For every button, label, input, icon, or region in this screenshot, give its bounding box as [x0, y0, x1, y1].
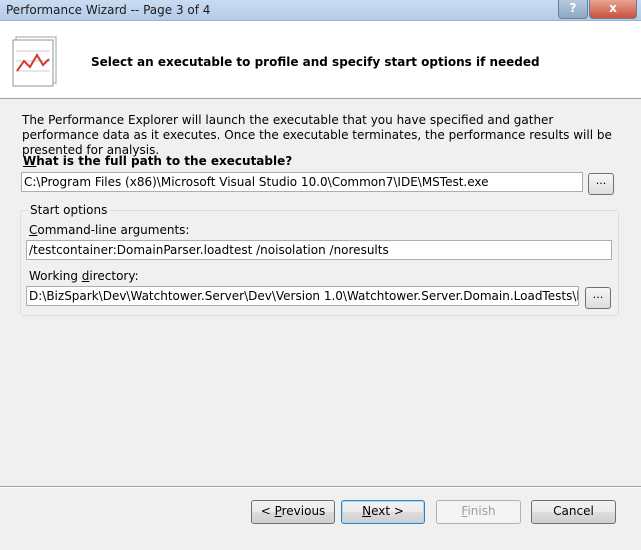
- working-directory-browse-button[interactable]: ...: [585, 287, 611, 309]
- close-icon: x: [609, 1, 617, 15]
- chart-line-icon: [12, 36, 57, 87]
- title-bar: Performance Wizard -- Page 3 of 4 ? x: [0, 0, 641, 21]
- previous-button[interactable]: < Previous: [251, 500, 335, 524]
- command-line-args-input[interactable]: /testcontainer:DomainParser.loadtest /no…: [26, 240, 612, 260]
- next-button[interactable]: Next >: [341, 500, 425, 524]
- finish-button[interactable]: Finish: [436, 500, 521, 524]
- wizard-header: Select an executable to profile and spec…: [0, 21, 641, 99]
- footer-divider-highlight: [0, 487, 641, 488]
- help-button[interactable]: ?: [558, 0, 588, 19]
- close-button[interactable]: x: [589, 0, 637, 19]
- window-title: Performance Wizard -- Page 3 of 4: [6, 3, 211, 17]
- working-directory-input[interactable]: D:\BizSpark\Dev\Watchtower.Server\Dev\Ve…: [26, 286, 579, 306]
- executable-path-input[interactable]: C:\Program Files (x86)\Microsoft Visual …: [21, 172, 583, 192]
- cancel-button[interactable]: Cancel: [531, 500, 616, 524]
- start-options-label: Start options: [28, 203, 110, 217]
- help-icon: ?: [569, 1, 577, 15]
- command-line-args-label: Command-line arguments:: [29, 223, 190, 237]
- description-text: The Performance Explorer will launch the…: [22, 113, 612, 157]
- page-heading: Select an executable to profile and spec…: [91, 55, 540, 69]
- executable-label: What is the full path to the executable?: [23, 154, 293, 168]
- executable-browse-button[interactable]: ...: [588, 173, 614, 195]
- working-directory-label: Working directory:: [29, 269, 139, 283]
